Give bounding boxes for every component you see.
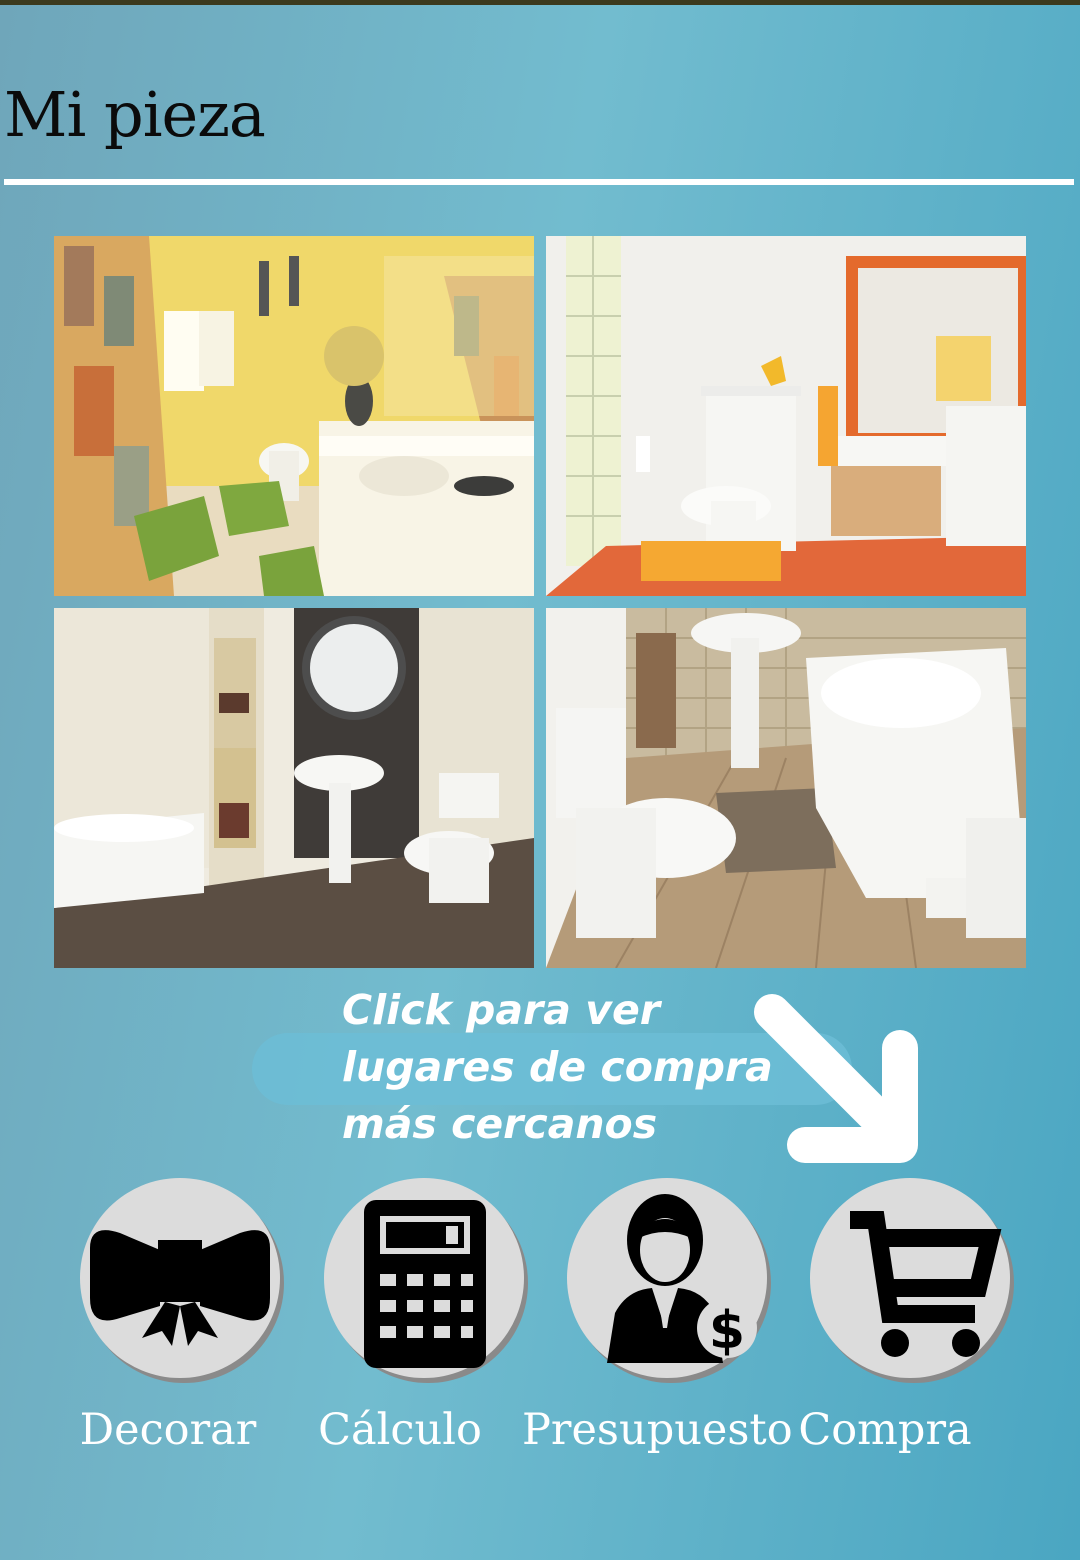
hint-line-2: lugares de compra bbox=[342, 1043, 773, 1091]
presupuesto-circle: $ bbox=[567, 1178, 767, 1378]
hint-text: Click para ver lugares de compra más cer… bbox=[342, 982, 812, 1153]
title-divider bbox=[4, 179, 1074, 185]
presupuesto-button[interactable]: $ bbox=[567, 1178, 771, 1388]
gallery-photo-gray-bathroom[interactable] bbox=[54, 608, 534, 968]
calculo-circle bbox=[324, 1178, 524, 1378]
decorar-label[interactable]: Decorar bbox=[60, 1405, 276, 1455]
presupuesto-label[interactable]: Presupuesto bbox=[522, 1405, 793, 1455]
gallery-photo-yellow-bathroom[interactable] bbox=[54, 236, 534, 596]
compra-button[interactable] bbox=[810, 1178, 1014, 1388]
calculo-label[interactable]: Cálculo bbox=[300, 1405, 500, 1455]
budget-person-icon: $ bbox=[607, 1194, 757, 1363]
top-border bbox=[0, 0, 1080, 5]
decorar-circle bbox=[80, 1178, 280, 1378]
arrow-down-right-icon bbox=[750, 990, 940, 1180]
shopping-cart-icon bbox=[850, 1211, 1002, 1357]
compra-label[interactable]: Compra bbox=[790, 1405, 980, 1455]
gallery-photo-wood-bathroom[interactable] bbox=[546, 608, 1026, 968]
decorar-button[interactable] bbox=[80, 1178, 284, 1388]
svg-text:$: $ bbox=[709, 1301, 745, 1361]
bow-icon bbox=[90, 1230, 270, 1346]
hint-line-1: Click para ver bbox=[342, 986, 660, 1034]
page-title: Mi pieza bbox=[4, 78, 266, 151]
calculo-button[interactable] bbox=[324, 1178, 528, 1388]
hint-line-3: más cercanos bbox=[342, 1100, 658, 1148]
calculator-icon bbox=[364, 1200, 486, 1368]
gallery-photo-orange-bathroom[interactable] bbox=[546, 236, 1026, 596]
compra-circle bbox=[810, 1178, 1010, 1378]
